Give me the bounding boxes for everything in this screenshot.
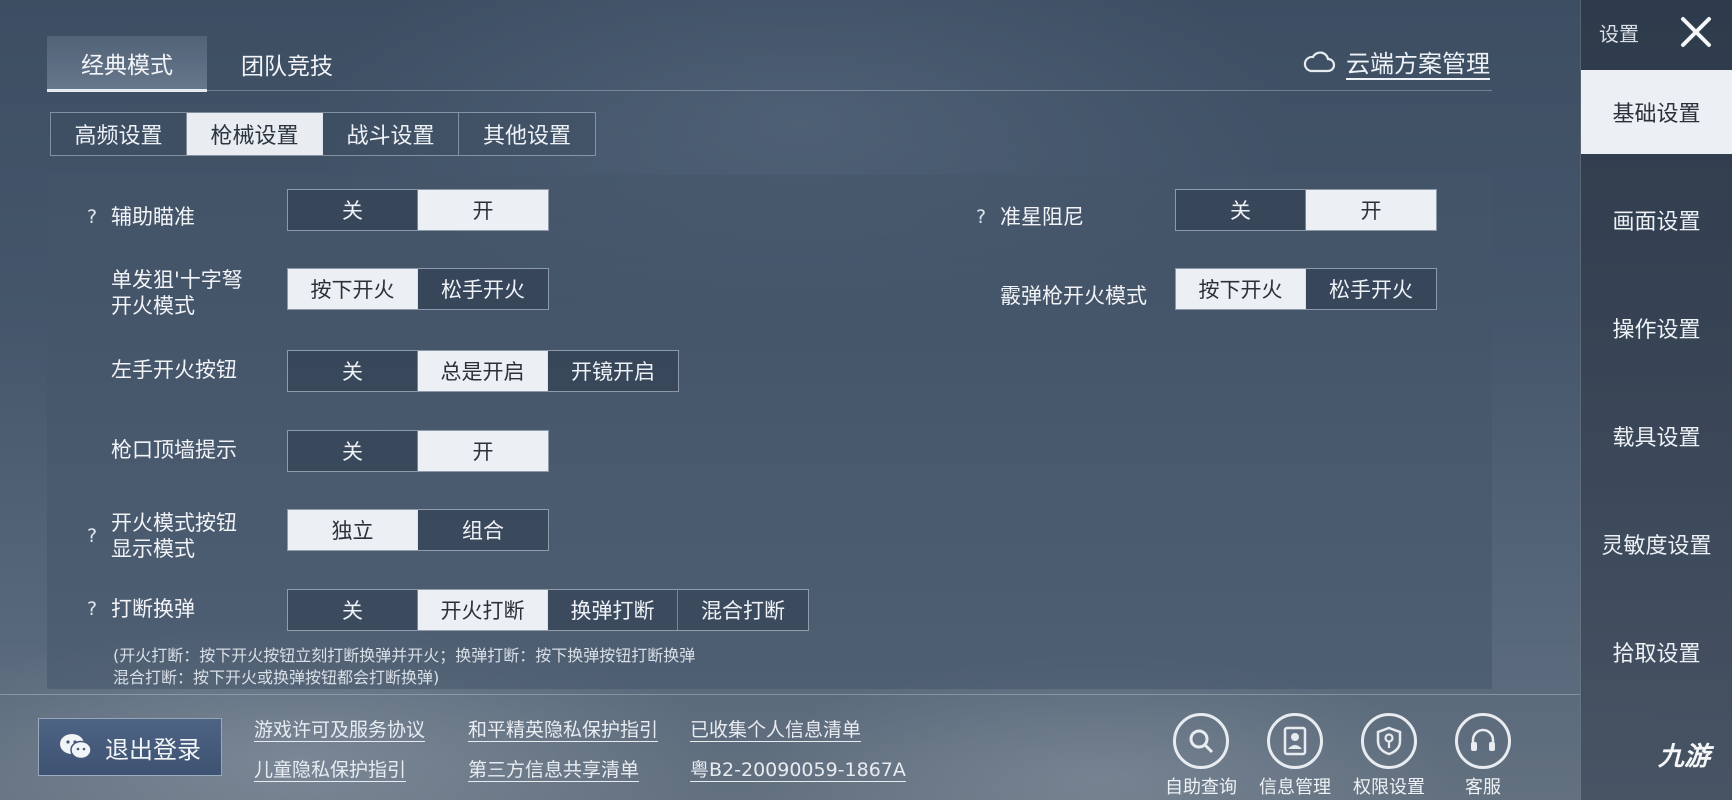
help-icon[interactable]: ? [81,206,103,228]
option-off[interactable]: 关 [288,590,418,630]
divider [47,90,1492,91]
watermark-logo: 九游 [1657,742,1710,772]
option-separate[interactable]: 独立 [288,510,418,550]
option-press-fire[interactable]: 按下开火 [288,269,418,309]
setting-label: 单发狙'十字弩 开火模式 [111,268,243,318]
sidebar-item-sensitivity[interactable]: 灵敏度设置 [1581,490,1732,598]
cloud-scheme-label: 云端方案管理 [1346,50,1490,78]
option-press-fire[interactable]: 按下开火 [1176,269,1306,309]
shield-key-icon [1376,726,1402,756]
privacy-link[interactable]: 和平精英隐私保护指引 [468,715,658,742]
shotgun-fire-toggle: 按下开火 松手开火 [1175,268,1437,310]
tab-team-deathmatch[interactable]: 团队竞技 [207,36,367,92]
settings-panel: ? 辅助瞄准 关 开 ? 准星阻尼 关 开 ? 单发狙'十字弩 开火模式 按下开… [47,175,1492,689]
muzzle-wall-toggle: 关 开 [287,430,549,472]
option-off[interactable]: 关 [1176,190,1306,230]
id-card-icon [1283,726,1307,756]
search-icon [1189,729,1214,754]
permission-settings-button[interactable]: 权限设置 [1344,713,1434,799]
cloud-icon [1303,50,1336,72]
sidebar-title: 设置 [1599,21,1639,46]
child-privacy-link[interactable]: 儿童隐私保护指引 [254,755,406,782]
option-on[interactable]: 开 [1306,190,1436,230]
tab-high-frequency[interactable]: 高频设置 [51,113,187,155]
setting-reload-interrupt: ? 打断换弹 [81,589,195,629]
sniper-fire-toggle: 按下开火 松手开火 [287,268,549,310]
option-on[interactable]: 开 [418,190,548,230]
setting-label: 左手开火按钮 [111,358,237,382]
help-icon[interactable]: ? [81,598,103,620]
sidebar-item-controls[interactable]: 操作设置 [1581,274,1732,382]
setting-label: 霰弹枪开火模式 [1000,284,1147,308]
self-query-button[interactable]: 自助查询 [1156,713,1246,799]
sidebar-header: 设置 [1581,0,1732,64]
option-mixed-interrupt[interactable]: 混合打断 [678,590,808,630]
tab-classic-mode[interactable]: 经典模式 [47,36,207,92]
customer-service-button[interactable]: 客服 [1438,713,1528,799]
sub-tabs: 高频设置 枪械设置 战斗设置 其他设置 [50,112,596,156]
tab-weapon-settings[interactable]: 枪械设置 [187,113,323,155]
setting-fire-button-display: ? 开火模式按钮 显示模式 [81,510,237,562]
setting-crosshair-damping: ? 准星阻尼 [970,197,1084,237]
sidebar-item-basic[interactable]: 基础设置 [1581,70,1732,154]
setting-left-fire-button: ? 左手开火按钮 [81,350,237,390]
setting-label: 准星阻尼 [1000,205,1084,229]
third-party-link[interactable]: 第三方信息共享清单 [468,755,639,782]
headset-icon [1471,728,1495,751]
fire-button-display-toggle: 独立 组合 [287,509,549,551]
settings-sidebar: 设置 基础设置 画面设置 操作设置 载具设置 灵敏度设置 拾取设置 [1580,0,1732,800]
cloud-scheme-button[interactable]: 云端方案管理 [1302,44,1490,79]
aim-assist-toggle: 关 开 [287,189,549,231]
icp-link[interactable]: 粤B2-20090059-1867A [690,755,906,782]
setting-label: 辅助瞄准 [111,205,195,229]
help-icon[interactable]: ? [970,206,992,228]
option-off[interactable]: 关 [288,351,418,391]
crosshair-damping-toggle: 关 开 [1175,189,1437,231]
logout-button[interactable]: 退出登录 [38,718,222,776]
option-off[interactable]: 关 [288,431,418,471]
logout-label: 退出登录 [105,735,201,764]
tab-other-settings[interactable]: 其他设置 [459,113,595,155]
option-release-fire[interactable]: 松手开火 [1306,269,1436,309]
setting-shotgun-fire-mode: 霰弹枪开火模式 [1000,276,1147,316]
mode-tabs: 经典模式 团队竞技 [47,36,367,92]
option-off[interactable]: 关 [288,190,418,230]
option-reload-interrupt[interactable]: 换弹打断 [548,590,678,630]
help-icon[interactable]: ? [81,525,103,547]
sidebar-item-vehicle[interactable]: 载具设置 [1581,382,1732,490]
close-icon [1681,17,1711,47]
setting-label: 开火模式按钮 显示模式 [111,511,237,561]
sidebar-item-graphics[interactable]: 画面设置 [1581,166,1732,274]
setting-label: 打断换弹 [111,597,195,621]
option-fire-interrupt[interactable]: 开火打断 [418,590,548,630]
setting-muzzle-wall-hint: ? 枪口顶墙提示 [81,430,237,470]
option-on[interactable]: 开 [418,431,548,471]
setting-label: 枪口顶墙提示 [111,438,237,462]
tab-combat-settings[interactable]: 战斗设置 [323,113,459,155]
option-combined[interactable]: 组合 [418,510,548,550]
divider [0,694,1580,695]
info-management-button[interactable]: 信息管理 [1250,713,1340,799]
wechat-icon [60,734,92,760]
left-fire-toggle: 关 总是开启 开镜开启 [287,350,679,392]
option-always-on[interactable]: 总是开启 [418,351,548,391]
license-link[interactable]: 游戏许可及服务协议 [254,715,425,742]
reload-interrupt-note: (开火打断：按下开火按钮立刻打断换弹并开火；换弹打断：按下换弹按钮打断换弹 混合… [113,646,696,687]
reload-interrupt-toggle: 关 开火打断 换弹打断 混合打断 [287,589,809,631]
setting-aim-assist: ? 辅助瞄准 [81,197,195,237]
option-scope-on[interactable]: 开镜开启 [548,351,678,391]
collected-info-link[interactable]: 已收集个人信息清单 [690,715,861,742]
option-release-fire[interactable]: 松手开火 [418,269,548,309]
close-button[interactable] [1674,10,1718,54]
sidebar-item-pickup[interactable]: 拾取设置 [1581,598,1732,706]
setting-sniper-fire-mode: ? 单发狙'十字弩 开火模式 [81,267,243,319]
